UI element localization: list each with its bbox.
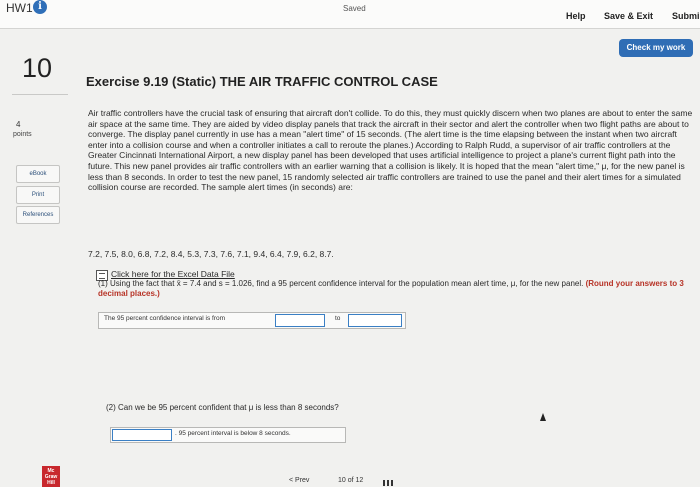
references-button[interactable]: References [16,206,60,224]
publisher-logo: Mc Graw Hill [42,466,60,487]
ci-to-label: to [335,315,341,322]
assignment-page: HW1 i Saved Help Save & Exit Submi Check… [0,0,700,487]
points-value: 4 [16,120,21,129]
part2-answer-row: . 95 percent interval is below 8 seconds… [110,427,346,443]
divider [12,94,68,95]
help-button[interactable]: Help [566,11,586,21]
mouse-cursor-icon [540,413,546,421]
exercise-title: Exercise 9.19 (Static) THE AIR TRAFFIC C… [86,74,438,89]
page-indicator: 10 of 12 [338,477,364,484]
print-button[interactable]: Print [16,186,60,204]
assignment-title: HW1 [6,1,33,15]
excel-data-link[interactable]: Click here for the Excel Data File [111,269,235,279]
sample-data: 7.2, 7.5, 8.0, 6.8, 7.2, 8.4, 5.3, 7.3, … [88,249,334,259]
confidence-interval-row: The 95 percent confidence interval is fr… [98,312,406,329]
question-number: 10 [22,53,53,83]
ebook-button[interactable]: eBook [16,165,60,183]
part1-question: (1) Using the fact that x̄ = 7.4 and s =… [98,279,688,299]
part1-prompt: (1) Using the fact that x̄ = 7.4 and s =… [98,279,584,288]
exercise-body: Air traffic controllers have the crucial… [88,108,693,193]
ci-lower-input[interactable] [275,314,325,327]
part2-question: (2) Can we be 95 percent confident that … [106,403,339,412]
save-status: Saved [343,4,366,13]
points-label: points [13,131,32,138]
save-exit-button[interactable]: Save & Exit [604,11,653,21]
prev-button[interactable]: < Prev [289,477,309,484]
ci-upper-input[interactable] [348,314,402,327]
check-my-work-button[interactable]: Check my work [619,39,693,57]
grid-icon[interactable] [383,480,395,486]
top-bar: HW1 i Saved Help Save & Exit Submi [0,0,700,29]
part2-answer-label: . 95 percent interval is below 8 seconds… [175,430,291,437]
part2-answer-select[interactable] [112,429,172,441]
ci-label: The 95 percent confidence interval is fr… [104,315,226,322]
info-icon[interactable]: i [33,0,47,14]
submit-button[interactable]: Submi [672,11,700,21]
